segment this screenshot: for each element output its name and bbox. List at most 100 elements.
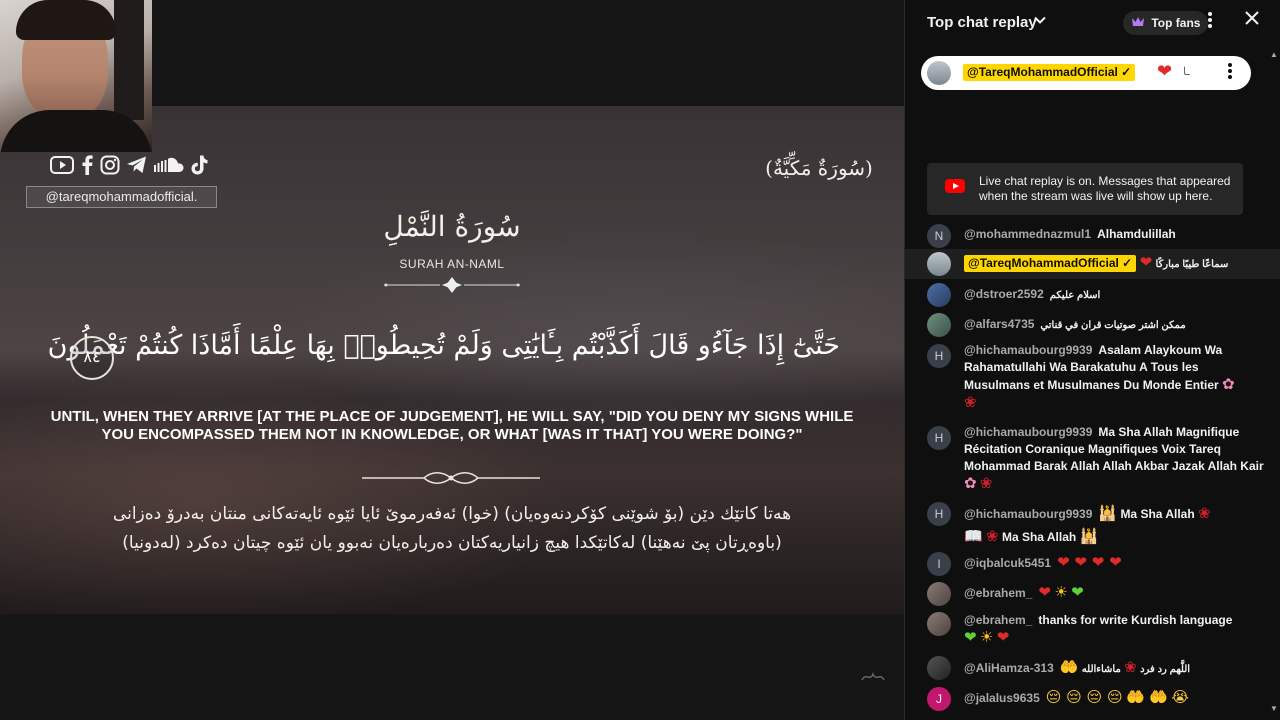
chat-message[interactable]: @AliHamza-313 🤲 اللَّهم رد فرد ❀ ماشاءالل… [905, 656, 1280, 680]
chat-message[interactable]: N @mohammednazmul1 Alhamdulillah [905, 224, 1280, 248]
more-vert-icon[interactable] [1207, 11, 1213, 34]
chat-header: Top chat replay Top fans [905, 0, 1280, 46]
youtube-icon [50, 156, 74, 179]
pensive-emoji: 😔 😔 😔 😔 [1045, 688, 1123, 706]
close-icon[interactable] [1243, 9, 1261, 33]
message-text: Ma Sha Allah [1120, 507, 1195, 521]
green-heart-emoji: ❤ [1071, 583, 1084, 601]
message-text: thanks for write Kurdish language [1038, 613, 1233, 627]
owner-author-badge[interactable]: @TareqMohammadOfficial ✓ [964, 255, 1137, 272]
avatar [927, 252, 951, 276]
message-text: سماعًا طيبًا مباركًا [1155, 259, 1229, 270]
avatar [927, 313, 951, 337]
verse-arabic: حَتَّىٰٓ إِذَا جَآءُو قَالَ أَكَذَّبْتُم… [47, 330, 840, 361]
crown-icon [1131, 16, 1148, 30]
chevron-down-icon[interactable] [1033, 13, 1047, 30]
avatar [927, 61, 951, 85]
watermark-logo [860, 668, 886, 687]
chat-message[interactable]: @alfars4735 ممكن اشتر صوتيات قران في قنات… [905, 313, 1280, 337]
surah-title-arabic: سُورَةُ النَّمْلِ [383, 210, 521, 243]
message-author[interactable]: @hichamaubourg9939 [964, 507, 1092, 521]
instagram-icon [100, 155, 120, 180]
chat-mode-selector[interactable]: Top chat replay [927, 14, 1037, 31]
owner-author-badge[interactable]: @TareqMohammadOfficial ✓ [963, 64, 1136, 81]
avatar: N [927, 224, 951, 248]
green-heart-emoji: ❤ [964, 628, 977, 646]
message-text: Ma Sha Allah [1001, 530, 1077, 544]
mosque-emoji: 🕌 [1079, 527, 1099, 545]
chat-message[interactable]: @dstroer2592 اسلام عليكم [905, 283, 1280, 307]
message-text: اسلام عليكم [1049, 290, 1101, 301]
chair [114, 0, 144, 120]
message-author: @TareqMohammadOfficial [968, 256, 1119, 270]
message-author[interactable]: @dstroer2592 [964, 287, 1044, 301]
hands-emoji: 🤲 🤲 [1125, 688, 1169, 706]
heart-emoji: ❤ [1038, 583, 1051, 601]
message-author[interactable]: @hichamaubourg9939 [964, 343, 1092, 357]
heart-icon: ❤ [1157, 61, 1173, 81]
kurdish-line-2: (باوەڕتان پێ نەهێنا) لەکاتێکدا هیچ زانیا… [122, 533, 782, 553]
message-text: ممكن اشتر صوتيات قران في قناتي [1040, 320, 1186, 331]
avatar [927, 582, 951, 606]
hands-emoji: 🤲 [1059, 658, 1079, 676]
social-icons [50, 155, 208, 180]
video-player[interactable]: @tareqmohammadofficial. (سُورَةٌ مَكِّيَ… [0, 0, 904, 720]
surah-title-english: SURAH AN-NAML [399, 257, 505, 271]
chat-message[interactable]: H @hichamaubourg9939 Asalam Alaykoum Wa R… [905, 342, 1280, 418]
avatar: H [927, 426, 951, 450]
chat-message[interactable]: @TareqMohammadOfficial ✓ ❤ سماعًا طيبًا … [905, 249, 1280, 279]
channel-handle: @tareqmohammadofficial. [26, 186, 217, 208]
more-vert-icon[interactable] [1227, 62, 1233, 85]
heart-emoji: ❤ ❤ ❤ ❤ [1057, 553, 1122, 571]
chat-message[interactable]: I @iqbalcuk5451 ❤ ❤ ❤ ❤ [905, 552, 1280, 576]
flower-emoji: ✿ [1222, 375, 1235, 393]
ornament-divider-middle [362, 472, 540, 484]
avatar: I [927, 552, 951, 576]
heart-emoji: ❤ [996, 628, 1010, 646]
chat-message[interactable]: J @jalalus9635 😔 😔 😔 😔 🤲 🤲 😭 [905, 687, 1280, 711]
message-author[interactable]: @AliHamza-313 [964, 661, 1054, 675]
flower-emoji: ✿ [964, 474, 977, 492]
youtube-icon [945, 179, 965, 193]
verse-translation-kurdish: هەتا کاتێك دێن (بۆ شوێنی کۆکردنەوەیان) (… [40, 500, 864, 558]
ayah-number-marker: ٨٤ [70, 336, 114, 380]
sun-emoji: ☀ [979, 628, 994, 646]
message-author[interactable]: @ebrahem_ [964, 613, 1032, 627]
avatar: H [927, 344, 951, 368]
chat-message[interactable]: H @hichamaubourg9939 🕌 Ma Sha Allah ❀ 📖 ❀… [905, 500, 1280, 546]
avatar [927, 283, 951, 307]
chat-message[interactable]: H @hichamaubourg9939 Ma Sha Allah Magnifi… [905, 424, 1280, 494]
hair [16, 0, 116, 40]
live-chat-panel: Top chat replay Top fans ▲ @TareqMohamma… [904, 0, 1280, 720]
message-author[interactable]: @alfars4735 [964, 317, 1034, 331]
tiktok-icon [190, 155, 208, 180]
chat-message[interactable]: @ebrahem_ thanks for write Kurdish langua… [905, 612, 1280, 652]
avatar: J [927, 687, 951, 711]
message-author[interactable]: @mohammednazmul1 [964, 227, 1091, 241]
heart-emoji: ❤ [1139, 253, 1153, 271]
crying-emoji: 😭 [1171, 688, 1189, 706]
scroll-up-arrow[interactable]: ▲ [1270, 50, 1278, 59]
verse-translation-english: UNTIL, WHEN THEY ARRIVE [AT THE PLACE OF… [50, 408, 854, 443]
chat-message[interactable]: @ebrahem_ ❤ ☀ ❤ [905, 582, 1280, 606]
webcam-feed [0, 0, 152, 152]
pinned-text: ـا [1183, 66, 1190, 78]
message-author[interactable]: @jalalus9635 [964, 691, 1040, 705]
scroll-down-arrow[interactable]: ▼ [1270, 704, 1278, 713]
message-author[interactable]: @ebrahem_ [964, 586, 1032, 600]
message-author[interactable]: @hichamaubourg9939 [964, 425, 1092, 439]
message-text: Alhamdulillah [1097, 227, 1176, 241]
pinned-message[interactable]: @TareqMohammadOfficial ✓ ❤ ـا [921, 56, 1251, 90]
telegram-icon [126, 155, 148, 180]
rose-emoji: ❀ [964, 393, 977, 411]
pinned-author: @TareqMohammadOfficial [967, 65, 1118, 79]
message-author[interactable]: @iqbalcuk5451 [964, 556, 1051, 570]
top-fans-button[interactable]: Top fans [1123, 11, 1209, 35]
mosque-emoji: 🕌 [1098, 504, 1118, 522]
rose-emoji: ❀ [979, 474, 993, 492]
book-emoji: 📖 [964, 527, 983, 545]
avatar: H [927, 502, 951, 526]
rose-emoji: ❀ [1124, 658, 1137, 676]
message-text: اللَّهم رد فرد [1140, 664, 1191, 675]
soundcloud-icon [154, 157, 184, 178]
